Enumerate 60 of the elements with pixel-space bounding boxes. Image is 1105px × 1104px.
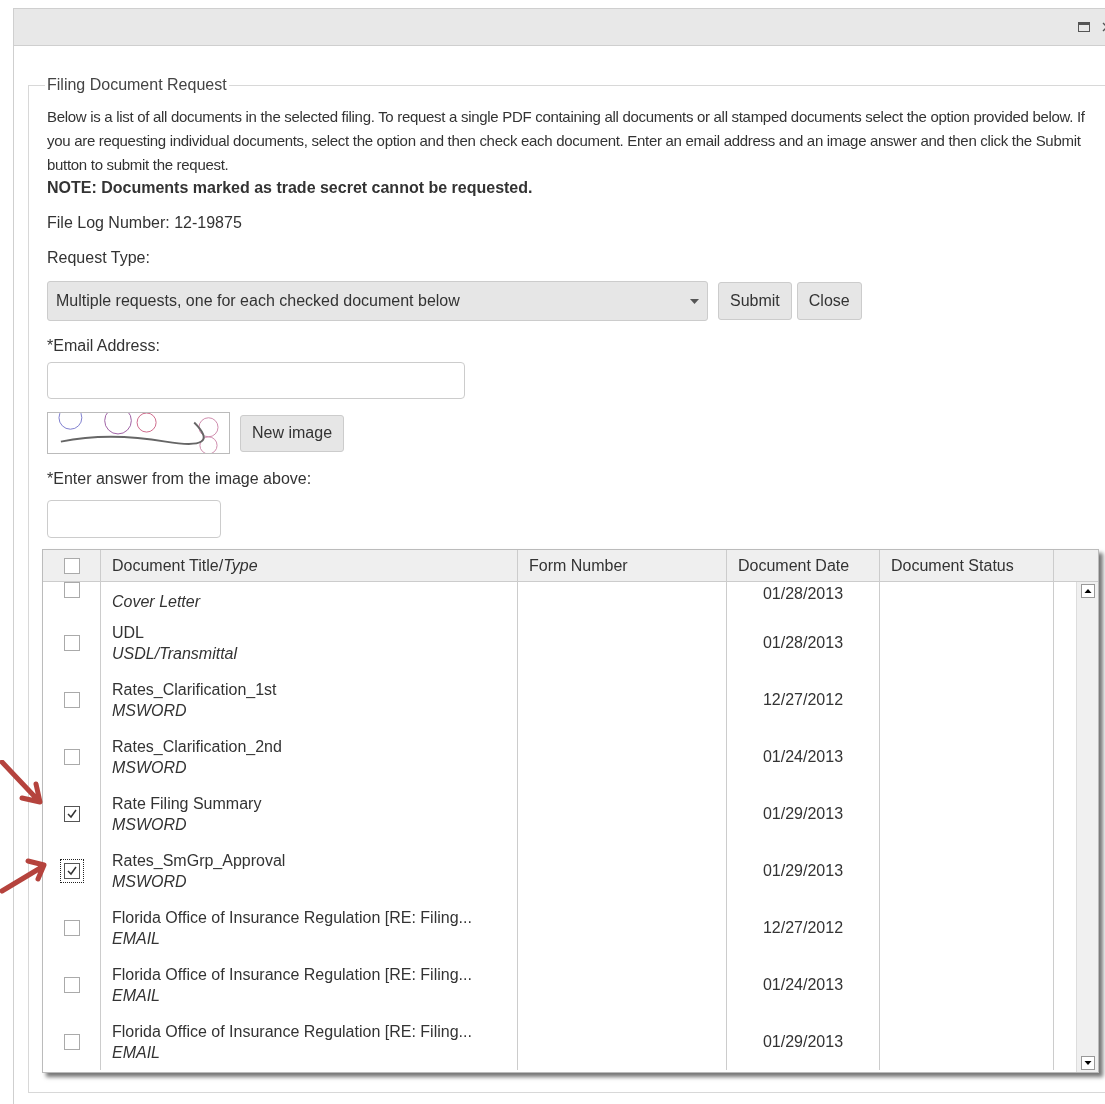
note-text: NOTE: Documents marked as trade secret cannot be requested.: [47, 178, 534, 198]
close-button[interactable]: Close: [796, 282, 862, 320]
document-title: Rate Filing Summary: [112, 793, 263, 814]
document-date: 01/29/2013: [762, 1031, 844, 1052]
document-type: EMAIL: [112, 985, 161, 1006]
document-title: Florida Office of Insurance Regulation [RE: Filing...: [112, 1021, 473, 1042]
scroll-up-icon[interactable]: [1080, 584, 1095, 598]
document-type: MSWORD: [112, 871, 188, 892]
checkbox[interactable]: [63, 582, 80, 598]
dropdown-caret-icon: [690, 298, 699, 304]
checkbox[interactable]: [63, 919, 80, 936]
checkbox[interactable]: [63, 748, 80, 765]
document-date: 01/24/2013: [762, 974, 844, 995]
checkbox[interactable]: [63, 976, 80, 993]
email-input-field[interactable]: [47, 362, 465, 399]
email-label: *Email Address:: [47, 336, 161, 356]
column-header[interactable]: Document Date: [727, 550, 880, 581]
document-title: Florida Office of Insurance Regulation [RE: Filing...: [112, 907, 473, 928]
document-date: 12/27/2012: [762, 917, 844, 938]
document-title: Rates_Clarification_2nd: [112, 736, 283, 757]
checkbox[interactable]: [63, 634, 80, 651]
column-header[interactable]: Document Title/Type: [101, 550, 518, 581]
checkbox[interactable]: [63, 557, 80, 574]
checkbox[interactable]: [63, 805, 80, 822]
request-type-dropdown[interactable]: Multiple requests, one for each checked document below: [47, 281, 708, 321]
document-type: USDL/Transmittal: [112, 643, 239, 664]
file-log-number: File Log Number: 12-19875: [47, 213, 243, 233]
annotation-arrow: [0, 760, 44, 806]
document-date: 01/28/2013: [762, 584, 844, 604]
document-title: Rates_Clarification_1st: [112, 679, 278, 700]
checkbox[interactable]: [63, 1033, 80, 1050]
document-title: Rates_SmGrp_Approval: [112, 850, 287, 871]
document-type: MSWORD: [112, 700, 188, 721]
column-header[interactable]: Form Number: [518, 550, 727, 581]
document-type: MSWORD: [112, 757, 188, 778]
instructions-paragraph: Below is a list of all documents in the selected filing. To request a single PDF containing all documents or all stamped documents select the option provided below. If you are requesting individual documents, select the option and then check each document. Enter an email address and an image answer and then click the Submit button to submit the request.: [47, 107, 1086, 175]
panel-title: Filing Document Request: [46, 75, 228, 95]
document-date: 01/29/2013: [762, 803, 844, 824]
check-icon: [66, 808, 77, 819]
document-title: Florida Office of Insurance Regulation [RE: Filing...: [112, 964, 473, 985]
document-type: EMAIL: [112, 928, 161, 949]
request-type-label: Request Type:: [47, 248, 151, 268]
scrollbar[interactable]: [1076, 582, 1098, 1072]
document-type: Cover Letter: [112, 592, 202, 612]
answer-input-field[interactable]: [47, 500, 221, 538]
checkbox[interactable]: [63, 691, 80, 708]
document-type: EMAIL: [112, 1042, 161, 1063]
new-image-button[interactable]: New image: [240, 414, 345, 452]
scroll-down-icon[interactable]: [1080, 1056, 1095, 1070]
document-date: 01/29/2013: [762, 860, 844, 881]
column-header[interactable]: Document Status: [880, 550, 1054, 581]
document-date: 01/28/2013: [762, 632, 844, 653]
answer-label: *Enter answer from the image above:: [47, 469, 313, 489]
check-icon: [66, 865, 77, 876]
maximize-icon[interactable]: [1078, 22, 1090, 32]
document-date: 12/27/2012: [762, 689, 844, 710]
document-type: MSWORD: [112, 814, 188, 835]
document-date: 01/24/2013: [762, 746, 844, 767]
document-title: UDL: [112, 622, 145, 643]
submit-button[interactable]: Submit: [718, 282, 792, 320]
